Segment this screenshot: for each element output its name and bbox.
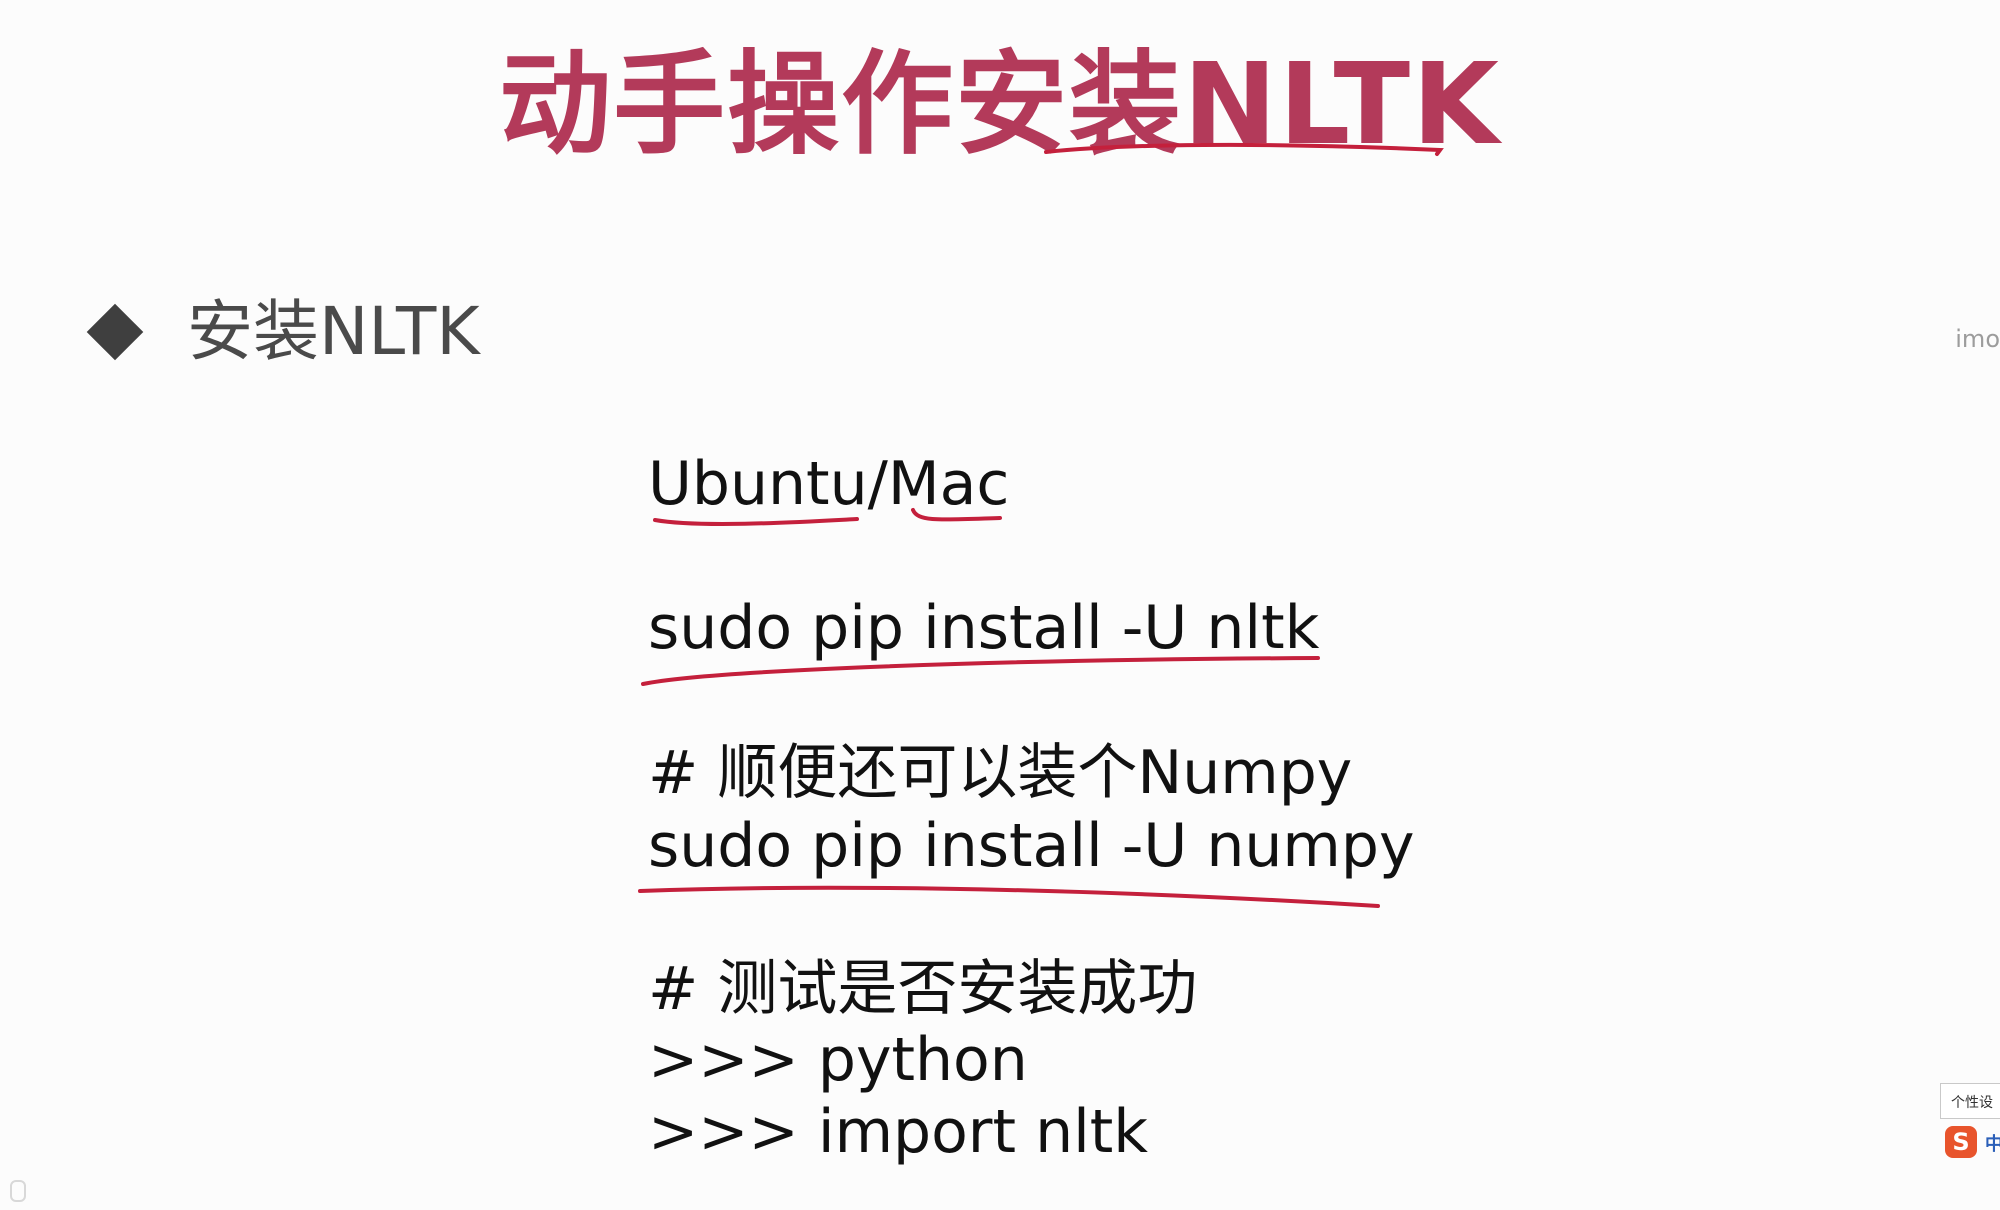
numpy-comment: # 顺便还可以装个Numpy: [648, 738, 1353, 808]
input-method-icon[interactable]: S: [1945, 1126, 1977, 1158]
python-prompt-line: >>> python: [648, 1025, 1028, 1095]
test-comment: # 测试是否安装成功: [648, 954, 1198, 1024]
presentation-slide: 动手操作安装NLTK 安装NLTK Ubuntu/Mac sudo pip in…: [0, 0, 2000, 1210]
bullet-text: 安装NLTK: [187, 293, 480, 370]
install-nltk-command: sudo pip install -U nltk: [648, 593, 1320, 663]
import-nltk-line: >>> import nltk: [648, 1097, 1149, 1167]
bullet-item: 安装NLTK: [86, 293, 480, 370]
numpy-command-underline: [638, 885, 1380, 908]
platform-label: Ubuntu/Mac: [648, 449, 1010, 519]
watermark-text: imo: [1955, 325, 2000, 353]
corner-indicator-icon: [10, 1180, 26, 1202]
diamond-bullet-icon: [86, 303, 144, 361]
ime-language-indicator[interactable]: 中: [1985, 1130, 2000, 1156]
install-numpy-command: sudo pip install -U numpy: [648, 811, 1415, 881]
ime-tooltip[interactable]: 个性设: [1940, 1083, 2000, 1119]
slide-title: 动手操作安装NLTK: [499, 40, 1501, 170]
